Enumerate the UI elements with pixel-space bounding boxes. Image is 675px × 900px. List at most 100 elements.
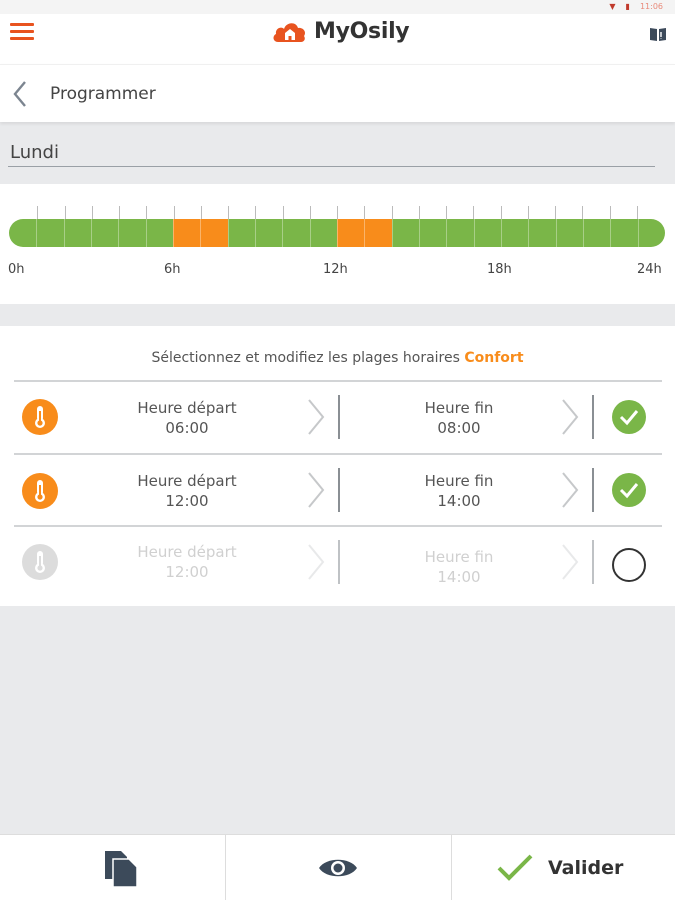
start-time-field[interactable]: Heure départ 12:00 [97, 542, 277, 582]
bar-hour-tick [446, 219, 448, 247]
start-time-field[interactable]: Heure départ 12:00 [97, 471, 277, 511]
bar-hour-tick [91, 219, 92, 247]
timeline-card: 0h 6h 12h 18h 24h [0, 184, 675, 304]
chevron-right-icon[interactable] [306, 398, 326, 436]
end-time-value: 14:00 [437, 568, 481, 586]
end-time-value: 14:00 [437, 492, 481, 510]
separator [338, 395, 340, 439]
chevron-right-icon[interactable] [560, 471, 580, 509]
bar-hour-tick [391, 219, 393, 247]
bar-hour-tick [173, 219, 174, 247]
bar-hour-tick [36, 219, 38, 247]
slot-row-2: Heure départ 12:00 Heure fin 14:00 [0, 456, 675, 526]
day-field[interactable]: Lundi [8, 140, 655, 167]
end-time-label: Heure fin [424, 548, 494, 566]
bar-hour-tick [637, 219, 639, 247]
checkmark-icon [619, 483, 639, 499]
end-time-value: 08:00 [437, 419, 481, 437]
checkmark-icon [619, 410, 639, 426]
menu-icon[interactable] [10, 23, 34, 43]
separator [592, 468, 594, 512]
bar-hour-tick [337, 219, 338, 247]
separator [338, 468, 340, 512]
slots-instruction-accent: Confort [464, 350, 524, 366]
day-label: Lundi [10, 142, 59, 163]
brand-logo: MyOsily [272, 18, 410, 44]
bar-hour-tick [419, 219, 420, 247]
brand-name: MyOsily [314, 18, 410, 44]
divider [14, 380, 662, 382]
axis-label-6h: 6h [164, 262, 181, 277]
bar-hour-tick [63, 219, 65, 247]
bar-hour-tick [555, 219, 557, 247]
page-title: Programmer [50, 84, 156, 104]
slot-row-1: Heure départ 06:00 Heure fin 08:00 [0, 383, 675, 453]
slot-enabled-checkbox[interactable] [612, 548, 646, 582]
start-time-value: 06:00 [165, 419, 209, 437]
bar-hour-tick [610, 219, 612, 247]
axis-label-0h: 0h [8, 262, 25, 277]
bar-hour-tick [227, 219, 229, 247]
start-time-label: Heure départ [137, 399, 237, 417]
axis-label-12h: 12h [323, 262, 348, 277]
end-time-field[interactable]: Heure fin 14:00 [369, 471, 549, 511]
start-time-field[interactable]: Heure départ 06:00 [97, 398, 277, 438]
slot-enabled-checkbox[interactable] [612, 473, 646, 507]
bar-hour-tick [255, 219, 256, 247]
end-time-label: Heure fin [424, 472, 494, 490]
preview-button[interactable] [226, 835, 451, 900]
end-time-label: Heure fin [424, 399, 494, 417]
timeline-bar[interactable] [9, 219, 665, 247]
end-time-field[interactable]: Heure fin 08:00 [369, 398, 549, 438]
chevron-right-icon[interactable] [560, 543, 580, 581]
separator [592, 540, 594, 584]
thermometer-icon [22, 399, 58, 435]
eye-icon [319, 859, 357, 877]
start-time-value: 12:00 [165, 563, 209, 581]
separator [338, 540, 340, 584]
comfort-slots-card: Sélectionnez et modifiez les plages hora… [0, 326, 675, 606]
divider [14, 453, 662, 455]
thermometer-icon [22, 544, 58, 580]
start-time-label: Heure départ [137, 543, 237, 561]
separator [592, 395, 594, 439]
checkmark-icon [497, 854, 533, 881]
back-chevron-icon[interactable] [10, 79, 32, 109]
chevron-right-icon[interactable] [306, 543, 326, 581]
end-time-field[interactable]: Heure fin 14:00 [369, 547, 549, 587]
slots-instruction-text: Sélectionnez et modifiez les plages hora… [151, 350, 460, 366]
wifi-icon: ▼ [609, 2, 616, 11]
start-time-value: 12:00 [165, 492, 209, 510]
bar-hour-tick [364, 219, 366, 247]
bar-hour-tick [200, 219, 202, 247]
bar-hour-tick [309, 219, 311, 247]
bar-hour-tick [583, 219, 584, 247]
help-book-icon[interactable] [649, 26, 667, 46]
status-bar: ▼ ▮ 11:06 [0, 0, 675, 14]
slot-enabled-checkbox[interactable] [612, 400, 646, 434]
validate-label: Valider [548, 857, 624, 879]
bar-hour-tick [473, 219, 475, 247]
bar-hour-tick [145, 219, 147, 247]
bar-hour-tick [118, 219, 120, 247]
bottom-toolbar: Valider [0, 834, 675, 900]
chevron-right-icon[interactable] [306, 471, 326, 509]
chevron-right-icon[interactable] [560, 398, 580, 436]
slots-instruction: Sélectionnez et modifiez les plages hora… [0, 350, 675, 366]
bar-hour-tick [501, 219, 502, 247]
start-time-label: Heure départ [137, 472, 237, 490]
thermometer-icon [22, 473, 58, 509]
divider [14, 525, 662, 527]
bar-hour-tick [528, 219, 530, 247]
axis-label-18h: 18h [487, 262, 512, 277]
axis-label-24h: 24h [637, 262, 662, 277]
copy-icon [105, 851, 138, 888]
page-header: Programmer [0, 64, 675, 122]
app-bar: MyOsily [0, 14, 675, 64]
slot-row-3: Heure départ 12:00 Heure fin 14:00 [0, 528, 675, 598]
bar-hour-tick [282, 219, 284, 247]
status-clock: 11:06 [639, 2, 663, 11]
copy-button[interactable] [0, 835, 225, 900]
house-cloud-icon [273, 23, 306, 42]
battery-icon: ▮ [625, 2, 630, 11]
